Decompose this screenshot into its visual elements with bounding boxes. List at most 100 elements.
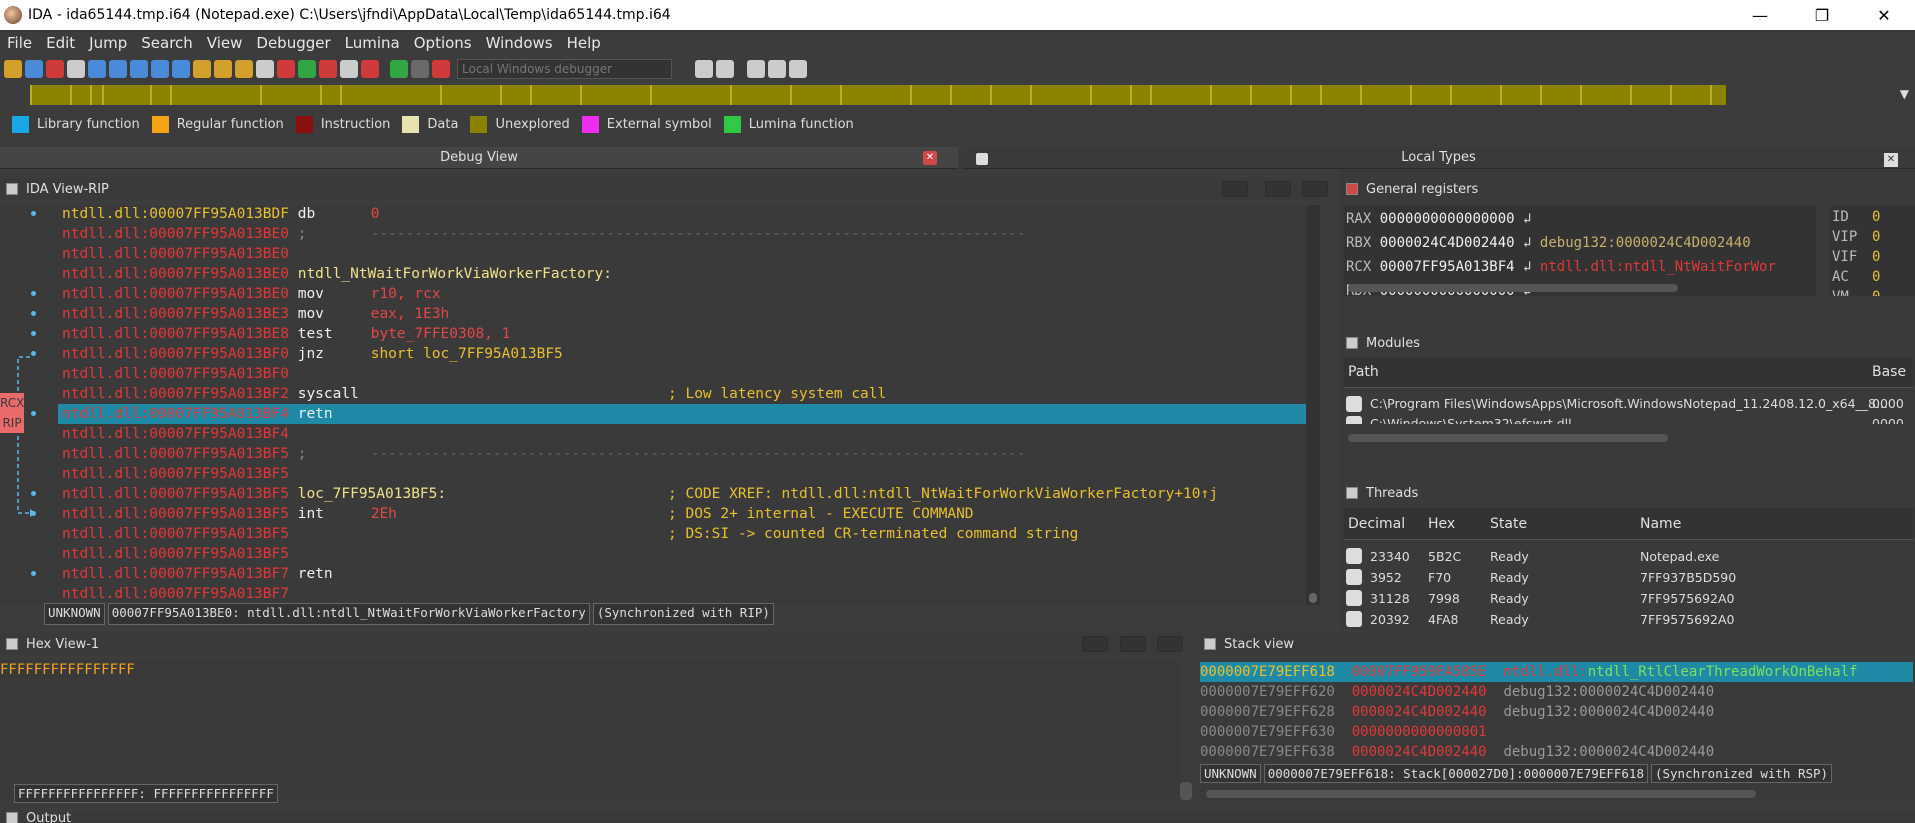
tab-debug-view[interactable]: Debug View [0, 147, 958, 169]
disasm-line[interactable]: ntdll.dll:00007FF95A013BE8 test byte_7FFE… [62, 324, 510, 344]
run-to-return-icon[interactable] [789, 60, 807, 78]
disasm-line[interactable]: ntdll.dll:00007FF95A013BF4 [62, 424, 371, 444]
debug-view-close-icon[interactable]: ✕ [923, 151, 937, 165]
menu-debugger[interactable]: Debugger [249, 34, 337, 52]
disasm-line[interactable]: ntdll.dll:00007FF95A013BE3 mov eax, 1E3h [62, 304, 449, 324]
flag-row[interactable]: VIP 0 [1832, 228, 1880, 246]
flag-row[interactable]: AC 0 [1832, 268, 1880, 286]
forward-icon[interactable] [67, 60, 85, 78]
hex-view-maximize-icon[interactable] [1120, 636, 1146, 652]
menu-windows[interactable]: Windows [479, 34, 560, 52]
flag-row[interactable]: VM0 [1832, 288, 1880, 296]
breakpoint-dot[interactable] [31, 211, 36, 216]
functions-icon[interactable] [151, 60, 169, 78]
disasm-line[interactable]: ntdll.dll:00007FF95A013BF4 retn [58, 404, 1320, 424]
unexplored-icon[interactable] [277, 60, 295, 78]
disasm-line[interactable]: ntdll.dll:00007FF95A013BE0 ; ------------… [62, 224, 1025, 244]
thread-row[interactable]: 3952 F70 Ready 7FF937B5D590 [1344, 567, 1914, 588]
menu-jump[interactable]: Jump [82, 34, 134, 52]
ida-view-float-icon[interactable] [1222, 181, 1248, 197]
pause-icon[interactable] [411, 60, 429, 78]
flag-row[interactable]: ID 0 [1832, 208, 1880, 226]
local-types-close-icon[interactable]: ✕ [1884, 153, 1898, 167]
jump-arrow-icon[interactable]: ↲ [1523, 235, 1531, 251]
jump-arrow-icon[interactable]: ↲ [1523, 211, 1531, 227]
stack-row[interactable]: 0000007E79EFF628 0000024C4D002440 debug1… [1200, 702, 1913, 722]
detach-icon[interactable] [716, 60, 734, 78]
threads-col-name[interactable]: Name [1640, 516, 1681, 532]
names-icon[interactable] [130, 60, 148, 78]
registers-hscroll[interactable] [1348, 284, 1678, 292]
jump-arrow-icon[interactable]: ↲ [1523, 259, 1531, 275]
disasm-line[interactable]: ntdll.dll:00007FF95A013BE0 ntdll_NtWaitF… [62, 264, 612, 284]
stack-row[interactable]: 0000007E79EFF620 0000024C4D002440 debug1… [1200, 682, 1913, 702]
graph-icon[interactable] [298, 60, 316, 78]
breakpoint-dot[interactable] [31, 311, 36, 316]
threads-table[interactable]: 23340 5B2C Ready Notepad.exe 3952 F70 Ready 7FF… [1344, 546, 1914, 630]
disasm-line[interactable]: ntdll.dll:00007FF95A013BDF db 0 [62, 205, 379, 224]
string-icon[interactable] [256, 60, 274, 78]
threads-col-decimal[interactable]: Decimal [1348, 516, 1405, 532]
menu-lumina[interactable]: Lumina [338, 34, 407, 52]
menu-file[interactable]: File [0, 34, 39, 52]
menu-help[interactable]: Help [560, 34, 608, 52]
step-over-icon[interactable] [768, 60, 786, 78]
module-row[interactable]: C:\Windows\System32\efswrt.dll 0000 [1344, 414, 1914, 424]
register-row[interactable]: RAX 0000000000000000 ↲ [1346, 210, 1540, 228]
stack-row[interactable]: 0000007E79EFF630 0000000000000001 [1200, 722, 1913, 742]
disassembly-listing[interactable]: RCX RIP ntdll.dll:00007FF95A013BDF db 0 nt… [0, 205, 1320, 605]
stack-hscroll[interactable] [1206, 790, 1756, 798]
registers-list[interactable]: RAX 0000000000000000 ↲ RBX 0000024C4D002… [1344, 206, 1816, 296]
minimize-button[interactable]: — [1729, 0, 1791, 30]
code-icon[interactable] [172, 60, 190, 78]
modules-table[interactable]: C:\Program Files\WindowsApps\Microsoft.W… [1344, 394, 1914, 424]
edit-icon[interactable] [340, 60, 358, 78]
thread-row[interactable]: 31128 7998 Ready 7FF9575692A0 [1344, 588, 1914, 609]
step-into-icon[interactable] [747, 60, 765, 78]
disasm-scrollbar[interactable] [1306, 205, 1320, 605]
modules-col-path[interactable]: Path [1348, 364, 1379, 380]
flags-list[interactable]: ID0VIP0VIF0AC0VM0RF0 [1830, 206, 1915, 296]
menu-edit[interactable]: Edit [39, 34, 82, 52]
disasm-line[interactable]: ntdll.dll:00007FF95A013BF5 ; DS:SI -> co… [62, 524, 1078, 544]
disasm-line[interactable]: ntdll.dll:00007FF95A013BE0 [62, 244, 371, 264]
open-icon[interactable] [4, 60, 22, 78]
segments-icon[interactable] [109, 60, 127, 78]
disasm-line[interactable]: ntdll.dll:00007FF95A013BF5 int 2Eh ; DOS 2… [62, 504, 974, 524]
maximize-button[interactable]: ❐ [1791, 0, 1853, 30]
hex-view[interactable]: FFFFFFFFFFFFFFFF FFFFFFFFFFFFFFFF: FFFFF… [0, 660, 1192, 803]
modules-hscroll[interactable] [1348, 434, 1668, 442]
hex-view-close-icon[interactable] [1157, 636, 1183, 652]
breakpoint-icon[interactable] [319, 60, 337, 78]
menu-search[interactable]: Search [134, 34, 200, 52]
breakpoint-dot[interactable] [31, 571, 36, 576]
navigation-bar[interactable] [30, 85, 1726, 105]
disasm-line[interactable]: ntdll.dll:00007FF95A013BF5 [62, 464, 371, 484]
tab-local-types[interactable]: Local Types [962, 147, 1915, 169]
save-icon[interactable] [25, 60, 43, 78]
terminate-icon[interactable] [432, 60, 450, 78]
breakpoint-dot[interactable] [31, 511, 36, 516]
menu-options[interactable]: Options [407, 34, 479, 52]
disasm-line[interactable]: ntdll.dll:00007FF95A013BF7 retn [62, 564, 371, 584]
breakpoint-dot[interactable] [31, 331, 36, 336]
struct-icon[interactable] [214, 60, 232, 78]
module-row[interactable]: C:\Program Files\WindowsApps\Microsoft.W… [1344, 394, 1914, 414]
disasm-line[interactable]: ntdll.dll:00007FF95A013BF2 syscall ; Low … [62, 384, 886, 404]
status-sync[interactable]: (Synchronized with RIP) [592, 603, 774, 625]
disasm-line[interactable]: ntdll.dll:00007FF95A013BE0 mov r10, rcx [62, 284, 441, 304]
ida-view-close-icon[interactable] [1302, 181, 1328, 197]
flag-row[interactable]: VIF 0 [1832, 248, 1880, 266]
array-icon[interactable] [235, 60, 253, 78]
menu-view[interactable]: View [200, 34, 250, 52]
disasm-line[interactable]: ntdll.dll:00007FF95A013BF0 jnz short loc_… [62, 344, 563, 364]
disasm-line[interactable]: ntdll.dll:00007FF95A013BF5 loc_7FF95A013… [62, 484, 1218, 504]
stack-view[interactable]: 0000007E79EFF618 00007FF959FA585E ntdll.… [1198, 660, 1915, 800]
stop-icon[interactable] [361, 60, 379, 78]
stack-status-sync[interactable]: (Synchronized with RSP) [1650, 764, 1833, 783]
breakpoint-dot[interactable] [31, 351, 36, 356]
jump-icon[interactable] [88, 60, 106, 78]
hex-view-float-icon[interactable] [1082, 636, 1108, 652]
breakpoint-dot[interactable] [31, 411, 36, 416]
register-row[interactable]: RBX 0000024C4D002440 ↲ debug132:0000024C… [1346, 234, 1751, 252]
